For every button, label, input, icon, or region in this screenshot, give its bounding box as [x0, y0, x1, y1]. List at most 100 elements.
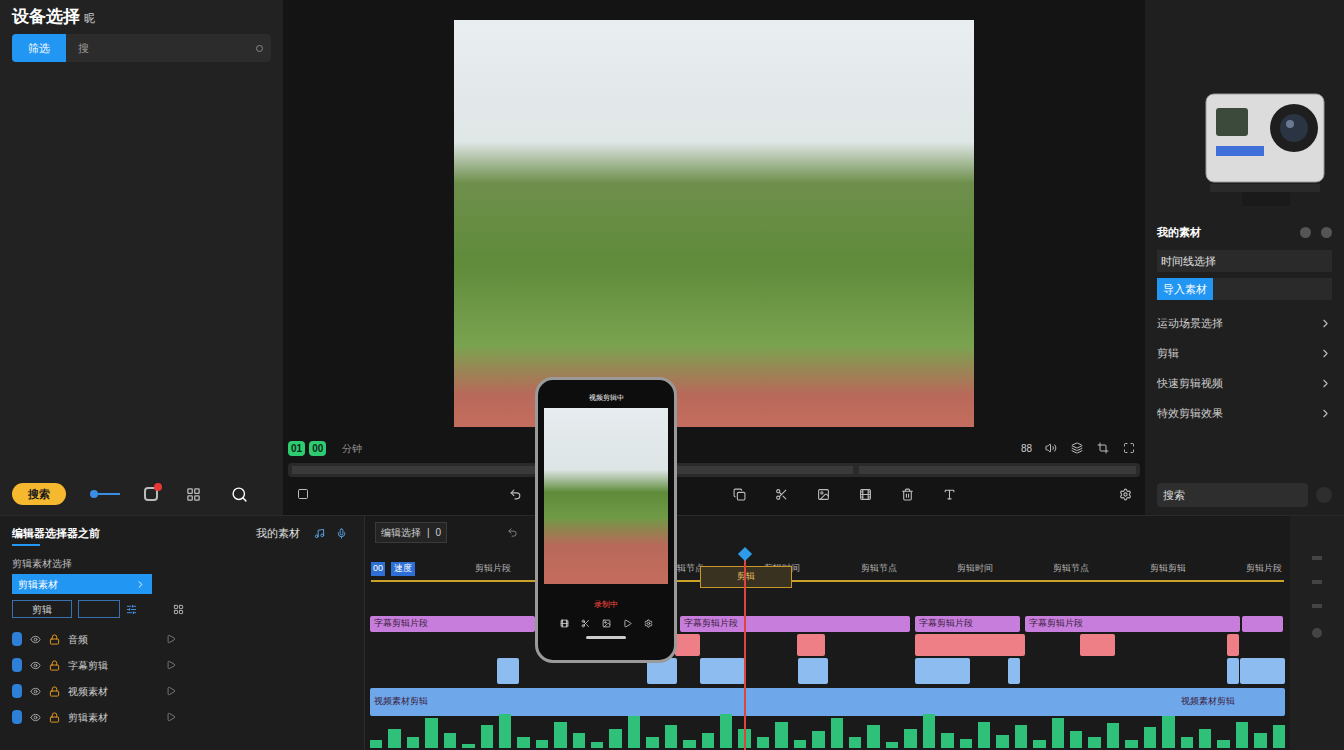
layers-icon[interactable] — [1066, 437, 1088, 459]
assets-search[interactable]: 搜索 — [1157, 483, 1308, 507]
asset-list-item[interactable]: 特效剪辑效果 — [1157, 398, 1332, 428]
asset-list-item[interactable]: 剪辑 — [1157, 338, 1332, 368]
marker-chip[interactable]: 00 — [371, 562, 385, 576]
clip[interactable] — [1227, 658, 1239, 684]
filter-button[interactable]: 筛选 — [12, 34, 66, 62]
settings-icon[interactable] — [1114, 483, 1136, 505]
crop-icon[interactable] — [1092, 437, 1114, 459]
preview-frame — [454, 20, 974, 427]
scrollbar[interactable] — [1290, 516, 1344, 750]
clip[interactable] — [1008, 658, 1020, 684]
clip[interactable]: 字幕剪辑片段 — [370, 616, 535, 632]
columns-icon[interactable] — [182, 483, 204, 505]
clip[interactable] — [497, 658, 519, 684]
import-button[interactable]: 导入素材 — [1157, 278, 1213, 300]
search-pill-button[interactable]: 搜索 — [12, 483, 66, 506]
settings-icon[interactable] — [644, 619, 653, 628]
playhead[interactable] — [744, 549, 746, 750]
waveform-bar — [1070, 731, 1082, 748]
asset-list-item[interactable]: 快速剪辑视频 — [1157, 368, 1332, 398]
play-icon[interactable] — [166, 686, 176, 696]
toggle-dot[interactable] — [1316, 487, 1332, 503]
asset-list-item[interactable]: 运动场景选择 — [1157, 308, 1332, 338]
timecode-chip[interactable]: 00 — [309, 441, 326, 456]
clip[interactable] — [1080, 634, 1115, 656]
timeline-field[interactable]: 时间线选择 — [1157, 250, 1332, 272]
playhead-handle-icon[interactable] — [738, 547, 752, 561]
visibility-icon[interactable] — [30, 634, 41, 645]
timeline-header-chip[interactable]: 编辑选择|0 — [375, 522, 447, 543]
scrub-bar[interactable] — [288, 463, 1140, 477]
ruler-label: 剪辑时间 — [957, 562, 993, 576]
visibility-icon[interactable] — [30, 712, 41, 723]
cut-icon[interactable] — [581, 619, 590, 628]
image-icon[interactable] — [602, 619, 611, 628]
clip-field[interactable]: 剪辑 — [12, 600, 72, 618]
waveform-bar — [1125, 740, 1137, 748]
option-dot[interactable] — [1321, 227, 1332, 238]
play-icon[interactable] — [166, 634, 176, 644]
waveform-bar — [628, 716, 640, 748]
clip[interactable] — [1227, 634, 1239, 656]
lock-icon[interactable] — [49, 660, 60, 671]
option-dot[interactable] — [1300, 227, 1311, 238]
waveform-bar — [867, 725, 879, 748]
play-icon[interactable] — [623, 619, 632, 628]
clip[interactable] — [915, 658, 970, 684]
copy-icon[interactable] — [728, 483, 750, 505]
mute-icon[interactable] — [1040, 437, 1062, 459]
clip[interactable]: 字幕剪辑片段 — [1025, 616, 1240, 632]
film-icon[interactable] — [560, 619, 569, 628]
clip[interactable] — [700, 658, 745, 684]
track-controls: 编辑器选择器之前我的素材剪辑素材选择剪辑素材剪辑音频字幕剪辑视频素材剪辑素材 — [0, 516, 365, 750]
lock-icon[interactable] — [49, 634, 60, 645]
mic-icon[interactable] — [330, 522, 352, 544]
clip[interactable] — [797, 634, 825, 656]
clip[interactable] — [915, 634, 1025, 656]
waveform-bar — [960, 739, 972, 748]
square-icon[interactable] — [292, 483, 314, 505]
ruler-label: 剪辑片段 — [1246, 562, 1282, 576]
search-icon[interactable] — [228, 483, 250, 505]
fullscreen-icon[interactable] — [1118, 437, 1140, 459]
track-header: 视频素材 — [12, 680, 352, 702]
picker-button[interactable]: 剪辑素材 — [12, 574, 152, 594]
play-icon[interactable] — [166, 660, 176, 670]
trash-icon[interactable] — [896, 483, 918, 505]
device-panel: 设备选择昵筛选搜搜索 — [0, 0, 283, 515]
clip[interactable] — [1242, 616, 1283, 632]
timecode-chip[interactable]: 01 — [288, 441, 305, 456]
clip[interactable]: 字幕剪辑片段 — [680, 616, 910, 632]
clip[interactable]: 视频素材剪辑 — [1177, 688, 1285, 716]
film-icon[interactable] — [854, 483, 876, 505]
grid-icon[interactable] — [173, 604, 184, 615]
ruler: 00速度剪辑片段剪辑时间剪辑节点剪辑时间剪辑节点剪辑时间剪辑节点剪辑剪辑剪辑片段… — [365, 556, 1290, 596]
cut-icon[interactable] — [770, 483, 792, 505]
type-icon[interactable] — [938, 483, 960, 505]
undo-icon[interactable] — [504, 483, 526, 505]
clip-icon[interactable] — [144, 487, 158, 501]
play-icon[interactable] — [166, 712, 176, 722]
loop-icon[interactable] — [507, 527, 518, 538]
chevron-icon — [135, 579, 146, 590]
waveform-bar — [1015, 725, 1027, 748]
lock-icon[interactable] — [49, 686, 60, 697]
visibility-icon[interactable] — [30, 686, 41, 697]
clip[interactable]: 字幕剪辑片段 — [915, 616, 1020, 632]
clear-icon[interactable] — [256, 45, 263, 52]
music-icon[interactable] — [308, 522, 330, 544]
search-bar[interactable]: 筛选搜 — [12, 34, 271, 62]
waveform-bar — [849, 737, 861, 748]
clip[interactable]: 视频素材剪辑 — [370, 688, 1180, 716]
empty-field[interactable] — [78, 600, 120, 618]
clip[interactable] — [1240, 658, 1285, 684]
clip[interactable] — [798, 658, 828, 684]
image-icon[interactable] — [812, 483, 834, 505]
slider-icon[interactable] — [90, 490, 120, 498]
lock-icon[interactable] — [49, 712, 60, 723]
waveform-bar — [1236, 722, 1248, 748]
track-header: 剪辑素材 — [12, 706, 352, 728]
clip[interactable] — [675, 634, 700, 656]
adjust-icon[interactable] — [126, 604, 137, 615]
visibility-icon[interactable] — [30, 660, 41, 671]
